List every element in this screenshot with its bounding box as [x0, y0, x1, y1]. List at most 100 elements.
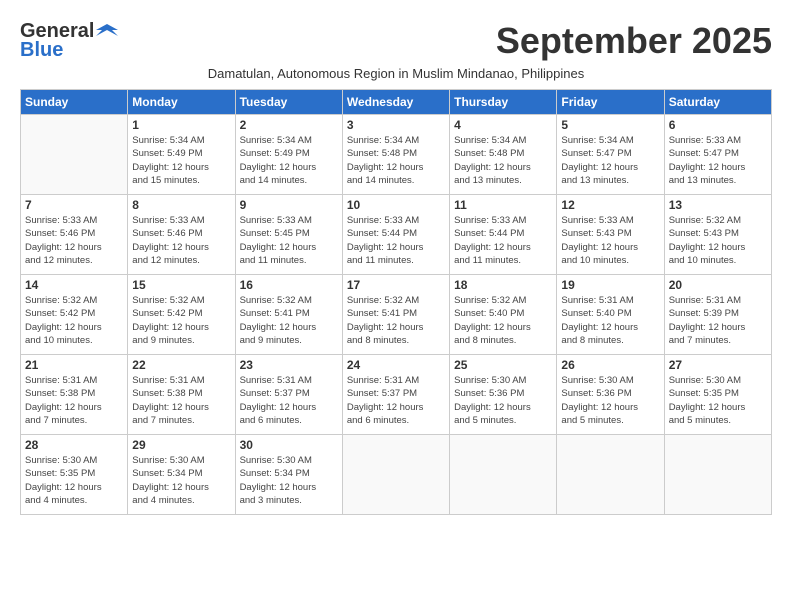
daylight-line2: and 9 minutes. — [240, 334, 338, 347]
calendar-cell: 25 Sunrise: 5:30 AMSunset: 5:36 PMDayligh… — [450, 355, 557, 435]
sunset-text: Sunset: 5:43 PM — [561, 227, 659, 240]
day-info: Sunrise: 5:31 AMSunset: 5:38 PMDaylight:… — [132, 374, 230, 427]
sunset-text: Sunset: 5:49 PM — [132, 147, 230, 160]
sunrise-text: Sunrise: 5:31 AM — [132, 374, 230, 387]
daylight-line1: Daylight: 12 hours — [132, 241, 230, 254]
sunrise-text: Sunrise: 5:32 AM — [669, 214, 767, 227]
daylight-line1: Daylight: 12 hours — [25, 481, 123, 494]
day-info: Sunrise: 5:33 AMSunset: 5:45 PMDaylight:… — [240, 214, 338, 267]
daylight-line2: and 6 minutes. — [240, 414, 338, 427]
day-info: Sunrise: 5:31 AMSunset: 5:39 PMDaylight:… — [669, 294, 767, 347]
daylight-line2: and 10 minutes. — [669, 254, 767, 267]
calendar-cell: 2Sunrise: 5:34 AMSunset: 5:49 PMDaylight… — [235, 115, 342, 195]
calendar-cell: 10 Sunrise: 5:33 AMSunset: 5:44 PMDayligh… — [342, 195, 449, 275]
day-info: Sunrise: 5:33 AMSunset: 5:47 PMDaylight:… — [669, 134, 767, 187]
calendar-subtitle: Damatulan, Autonomous Region in Muslim M… — [20, 66, 772, 81]
sunrise-text: Sunrise: 5:31 AM — [669, 294, 767, 307]
calendar-week-row: 14Sunrise: 5:32 AMSunset: 5:42 PMDayligh… — [21, 275, 772, 355]
day-info: Sunrise: 5:33 AMSunset: 5:43 PMDaylight:… — [561, 214, 659, 267]
daylight-line1: Daylight: 12 hours — [561, 161, 659, 174]
sunset-text: Sunset: 5:44 PM — [454, 227, 552, 240]
calendar-cell: 24Sunrise: 5:31 AMSunset: 5:37 PMDayligh… — [342, 355, 449, 435]
day-number: 14 — [25, 278, 123, 292]
calendar-week-row: 7Sunrise: 5:33 AMSunset: 5:46 PMDaylight… — [21, 195, 772, 275]
day-number: 22 — [132, 358, 230, 372]
daylight-line2: and 12 minutes. — [25, 254, 123, 267]
day-number: 10 — [347, 198, 445, 212]
day-info: Sunrise: 5:33 AMSunset: 5:44 PMDaylight:… — [347, 214, 445, 267]
day-number: 25 — [454, 358, 552, 372]
sunset-text: Sunset: 5:42 PM — [132, 307, 230, 320]
calendar-cell: 17Sunrise: 5:32 AMSunset: 5:41 PMDayligh… — [342, 275, 449, 355]
day-info: Sunrise: 5:34 AMSunset: 5:47 PMDaylight:… — [561, 134, 659, 187]
day-number: 8 — [132, 198, 230, 212]
weekday-header-sunday: Sunday — [21, 90, 128, 115]
daylight-line1: Daylight: 12 hours — [240, 321, 338, 334]
calendar-cell: 12Sunrise: 5:33 AMSunset: 5:43 PMDayligh… — [557, 195, 664, 275]
sunrise-text: Sunrise: 5:32 AM — [132, 294, 230, 307]
sunset-text: Sunset: 5:34 PM — [132, 467, 230, 480]
sunset-text: Sunset: 5:36 PM — [454, 387, 552, 400]
calendar-cell: 1Sunrise: 5:34 AMSunset: 5:49 PMDaylight… — [128, 115, 235, 195]
calendar-cell — [21, 115, 128, 195]
day-number: 15 — [132, 278, 230, 292]
day-number: 11 — [454, 198, 552, 212]
day-info: Sunrise: 5:32 AMSunset: 5:42 PMDaylight:… — [132, 294, 230, 347]
sunset-text: Sunset: 5:44 PM — [347, 227, 445, 240]
daylight-line1: Daylight: 12 hours — [669, 241, 767, 254]
day-number: 6 — [669, 118, 767, 132]
sunset-text: Sunset: 5:41 PM — [240, 307, 338, 320]
sunrise-text: Sunrise: 5:31 AM — [561, 294, 659, 307]
sunset-text: Sunset: 5:40 PM — [454, 307, 552, 320]
calendar-cell: 13Sunrise: 5:32 AMSunset: 5:43 PMDayligh… — [664, 195, 771, 275]
weekday-header-saturday: Saturday — [664, 90, 771, 115]
day-info: Sunrise: 5:30 AMSunset: 5:34 PMDaylight:… — [132, 454, 230, 507]
calendar-week-row: 21Sunrise: 5:31 AMSunset: 5:38 PMDayligh… — [21, 355, 772, 435]
sunrise-text: Sunrise: 5:31 AM — [240, 374, 338, 387]
daylight-line1: Daylight: 12 hours — [240, 401, 338, 414]
sunrise-text: Sunrise: 5:33 AM — [454, 214, 552, 227]
daylight-line2: and 7 minutes. — [25, 414, 123, 427]
sunrise-text: Sunrise: 5:30 AM — [669, 374, 767, 387]
daylight-line2: and 3 minutes. — [240, 494, 338, 507]
day-number: 23 — [240, 358, 338, 372]
calendar-cell: 28Sunrise: 5:30 AMSunset: 5:35 PMDayligh… — [21, 435, 128, 515]
daylight-line1: Daylight: 12 hours — [454, 401, 552, 414]
day-number: 26 — [561, 358, 659, 372]
calendar-cell: 27Sunrise: 5:30 AMSunset: 5:35 PMDayligh… — [664, 355, 771, 435]
calendar-cell: 16Sunrise: 5:32 AMSunset: 5:41 PMDayligh… — [235, 275, 342, 355]
day-info: Sunrise: 5:34 AMSunset: 5:48 PMDaylight:… — [347, 134, 445, 187]
daylight-line2: and 13 minutes. — [561, 174, 659, 187]
day-number: 3 — [347, 118, 445, 132]
daylight-line1: Daylight: 12 hours — [347, 401, 445, 414]
daylight-line2: and 4 minutes. — [132, 494, 230, 507]
sunrise-text: Sunrise: 5:32 AM — [25, 294, 123, 307]
sunset-text: Sunset: 5:46 PM — [25, 227, 123, 240]
sunset-text: Sunset: 5:37 PM — [347, 387, 445, 400]
weekday-header-thursday: Thursday — [450, 90, 557, 115]
daylight-line2: and 7 minutes. — [132, 414, 230, 427]
day-number: 17 — [347, 278, 445, 292]
day-info: Sunrise: 5:32 AMSunset: 5:42 PMDaylight:… — [25, 294, 123, 347]
daylight-line2: and 8 minutes. — [561, 334, 659, 347]
logo: General Blue — [20, 20, 118, 62]
calendar-cell: 18Sunrise: 5:32 AMSunset: 5:40 PMDayligh… — [450, 275, 557, 355]
logo-blue-text: Blue — [20, 39, 63, 62]
daylight-line1: Daylight: 12 hours — [347, 241, 445, 254]
daylight-line1: Daylight: 12 hours — [561, 241, 659, 254]
day-info: Sunrise: 5:32 AMSunset: 5:40 PMDaylight:… — [454, 294, 552, 347]
calendar-cell — [342, 435, 449, 515]
daylight-line1: Daylight: 12 hours — [347, 161, 445, 174]
sunset-text: Sunset: 5:38 PM — [25, 387, 123, 400]
calendar-table: SundayMondayTuesdayWednesdayThursdayFrid… — [20, 89, 772, 515]
calendar-cell: 4Sunrise: 5:34 AMSunset: 5:48 PMDaylight… — [450, 115, 557, 195]
day-info: Sunrise: 5:31 AMSunset: 5:37 PMDaylight:… — [347, 374, 445, 427]
logo-bird-icon — [96, 22, 118, 42]
month-title: September 2025 — [496, 20, 772, 62]
sunrise-text: Sunrise: 5:34 AM — [132, 134, 230, 147]
day-info: Sunrise: 5:34 AMSunset: 5:48 PMDaylight:… — [454, 134, 552, 187]
calendar-cell — [557, 435, 664, 515]
weekday-header-friday: Friday — [557, 90, 664, 115]
day-info: Sunrise: 5:30 AMSunset: 5:36 PMDaylight:… — [454, 374, 552, 427]
daylight-line2: and 15 minutes. — [132, 174, 230, 187]
